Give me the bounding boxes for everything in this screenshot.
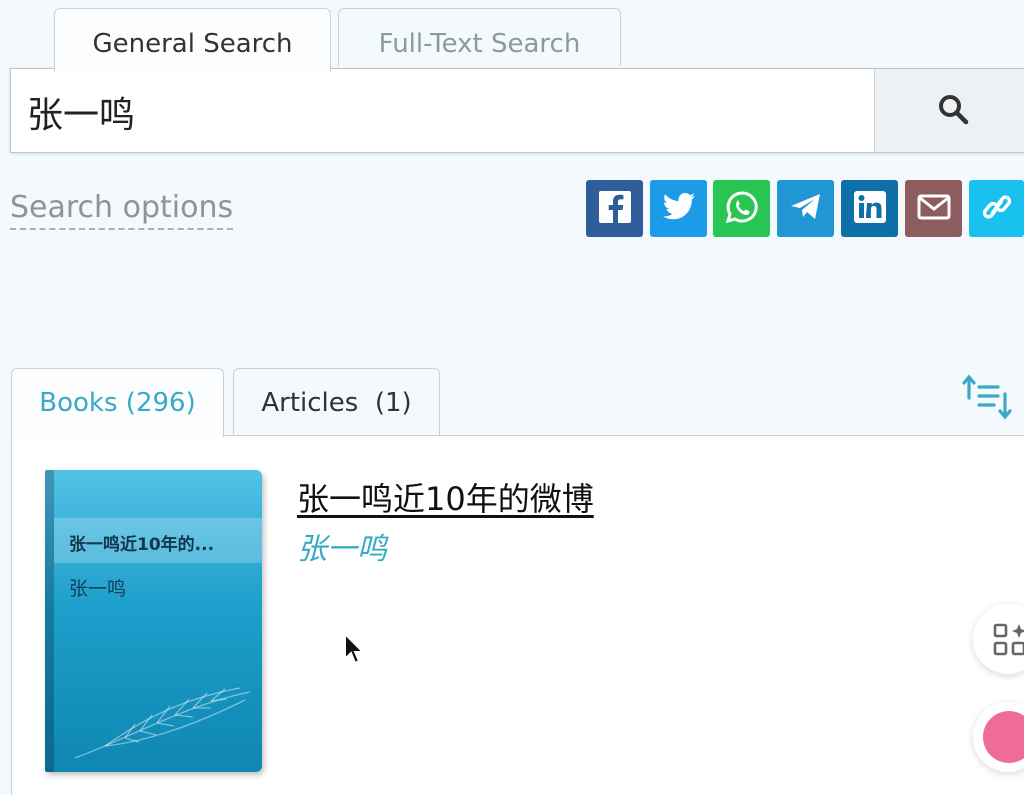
cover-title: 张一鸣近10年的... bbox=[69, 535, 215, 555]
share-link-button[interactable] bbox=[969, 180, 1024, 237]
twitter-icon bbox=[662, 192, 696, 226]
share-twitter-button[interactable] bbox=[650, 180, 707, 237]
link-icon bbox=[982, 190, 1012, 228]
share-facebook-button[interactable] bbox=[586, 180, 643, 237]
tab-general-search[interactable]: General Search bbox=[54, 8, 331, 72]
tab-full-text-search[interactable]: Full-Text Search bbox=[338, 8, 621, 66]
search-icon bbox=[937, 93, 969, 129]
mouse-cursor bbox=[343, 631, 366, 670]
search-options-link[interactable]: Search options bbox=[10, 188, 234, 230]
sort-icon bbox=[960, 374, 1016, 424]
search-input[interactable] bbox=[25, 69, 869, 154]
linkedin-icon bbox=[853, 190, 887, 228]
cover-spine bbox=[45, 470, 54, 772]
whatsapp-icon bbox=[725, 190, 759, 228]
book-cover[interactable]: 张一鸣近10年的... 张一鸣 bbox=[45, 470, 262, 772]
search-button[interactable] bbox=[874, 69, 1024, 152]
book-title-link[interactable]: 张一鸣近10年的微博 bbox=[297, 474, 594, 520]
tab-books-label: Books (296) bbox=[39, 388, 196, 418]
translate-icon bbox=[983, 711, 1024, 763]
search-bar bbox=[10, 68, 1024, 154]
grid-sparkle-icon bbox=[993, 622, 1024, 662]
tab-articles[interactable]: Articles (1) bbox=[233, 368, 440, 436]
tab-articles-label: Articles (1) bbox=[261, 387, 412, 418]
tab-books[interactable]: Books (296) bbox=[11, 368, 224, 437]
share-linkedin-button[interactable] bbox=[841, 180, 898, 237]
telegram-icon bbox=[789, 192, 823, 226]
share-email-button[interactable] bbox=[905, 180, 962, 237]
feather-icon bbox=[74, 687, 251, 759]
facebook-icon bbox=[598, 190, 632, 228]
share-telegram-button[interactable] bbox=[777, 180, 834, 237]
tab-full-text-search-label: Full-Text Search bbox=[378, 29, 581, 59]
tab-general-search-label: General Search bbox=[92, 29, 293, 59]
book-author-link[interactable]: 张一鸣 bbox=[297, 524, 387, 568]
cover-author: 张一鸣 bbox=[69, 578, 127, 600]
share-whatsapp-button[interactable] bbox=[713, 180, 770, 237]
sort-button[interactable] bbox=[960, 372, 1016, 420]
email-icon bbox=[917, 194, 951, 224]
